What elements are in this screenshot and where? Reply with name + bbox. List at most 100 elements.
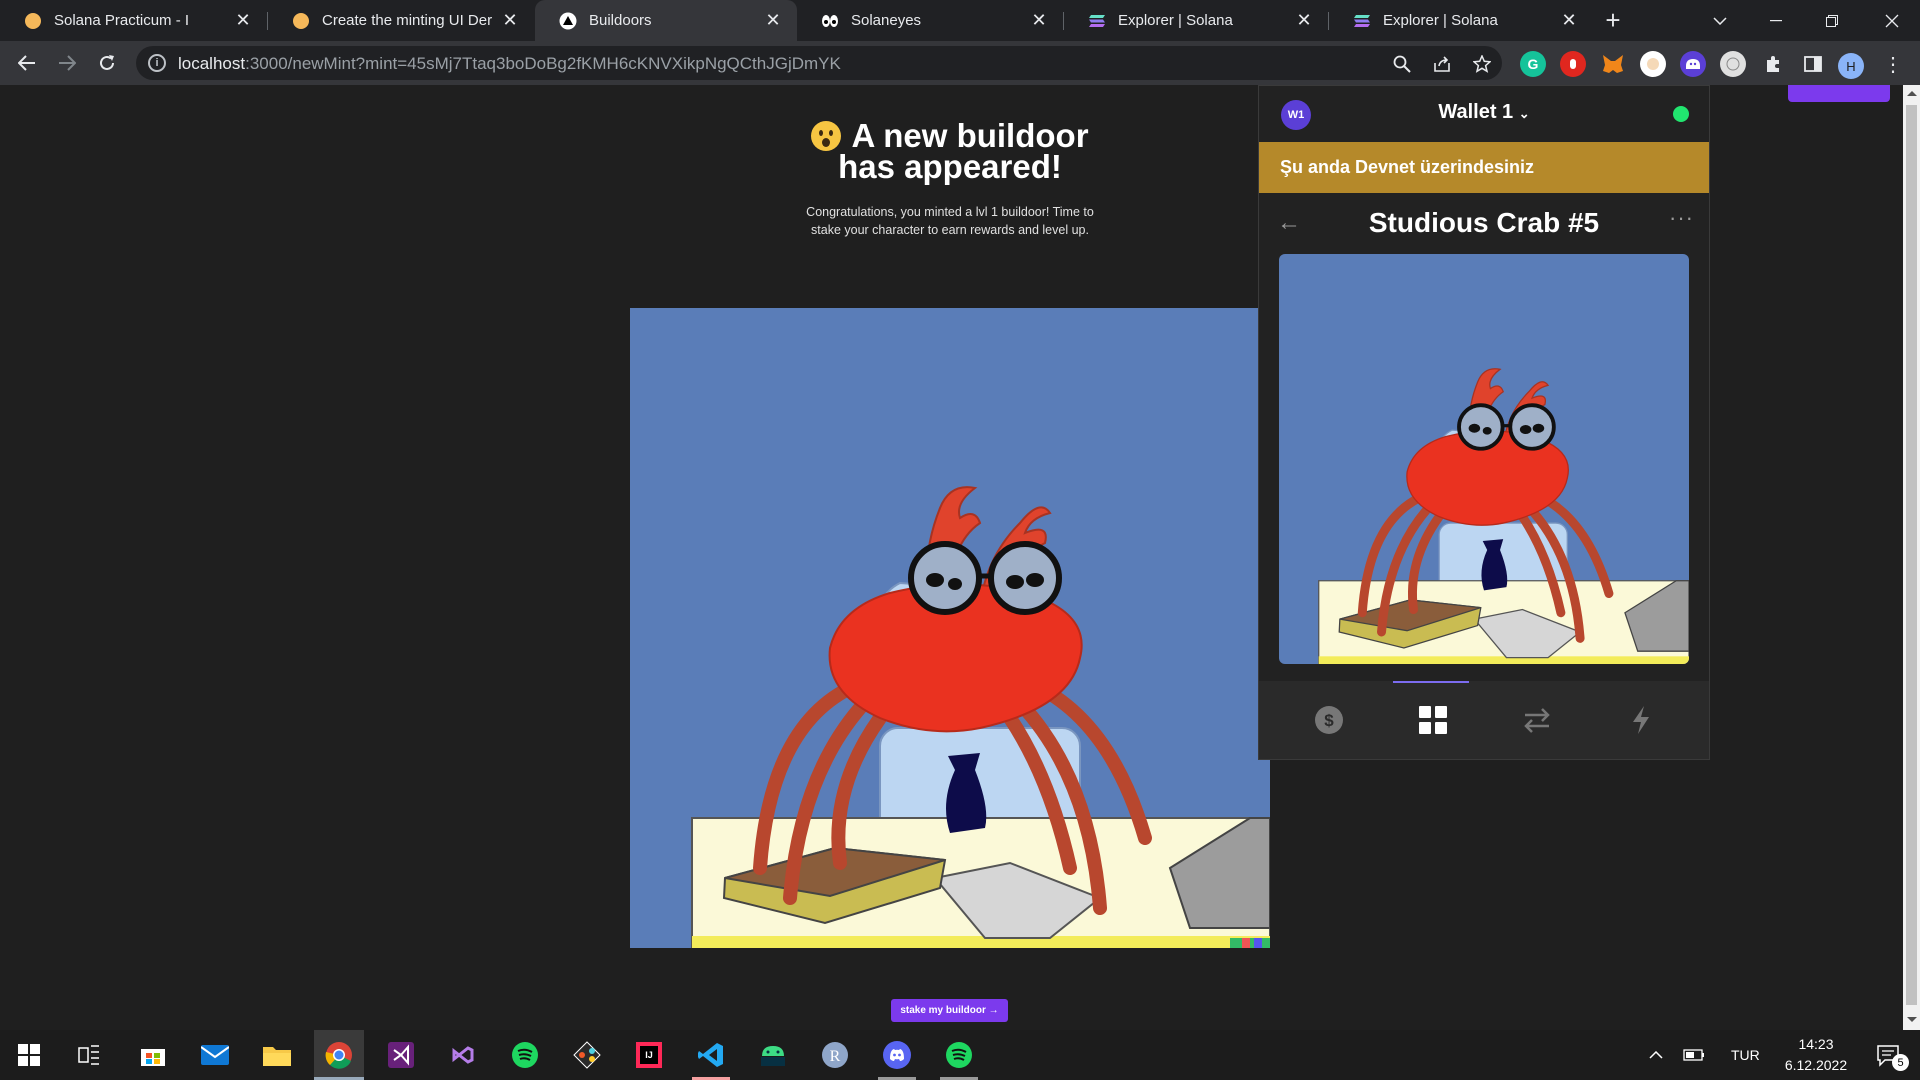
battery-icon[interactable] [1676, 1030, 1712, 1080]
wallet-selector[interactable]: Wallet 1 ⌄ [1399, 101, 1569, 124]
tab-solaneyes[interactable]: Solaneyes ✕ [797, 0, 1063, 41]
phantom-wallet-popup: W1 Wallet 1 ⌄ Şu anda Devnet üzerindesin… [1258, 85, 1710, 760]
android-studio-icon[interactable] [748, 1030, 798, 1080]
solana-icon [1353, 12, 1371, 30]
tab-explorer-solana-2[interactable]: Explorer | Solana ✕ [1329, 0, 1593, 41]
spotify-icon[interactable] [934, 1030, 984, 1080]
buildoor-nft-image [630, 308, 1271, 949]
tab-solana-practicum[interactable]: Solana Practicum - I ✕ [0, 0, 267, 41]
phantom-extension-icon[interactable] [1680, 51, 1706, 77]
address-bar[interactable]: i localhost:3000/newMint?mint=45sMj7Ttaq… [136, 46, 1502, 80]
task-view-icon[interactable] [64, 1030, 114, 1080]
extensions-puzzle-icon[interactable] [1760, 51, 1786, 77]
site-info-icon[interactable]: i [148, 54, 166, 72]
tab-title: Solaneyes [851, 12, 922, 29]
tab-favicon-icon [292, 12, 310, 30]
svg-text:IJ: IJ [645, 1050, 653, 1060]
tab-title: Explorer | Solana [1118, 12, 1233, 29]
back-button[interactable] [12, 48, 42, 78]
tab-close-icon[interactable]: ✕ [1029, 10, 1049, 31]
chevron-down-icon: ⌄ [1518, 106, 1530, 121]
eyes-icon [821, 12, 839, 30]
scroll-thumb[interactable] [1906, 105, 1917, 1005]
file-explorer-icon[interactable] [252, 1030, 302, 1080]
tab-title: Create the minting UI Dersi [322, 12, 492, 29]
intellij-icon[interactable]: IJ [624, 1030, 674, 1080]
back-arrow-icon[interactable]: ← [1277, 209, 1301, 237]
page-title: A new buildoor has appeared! [760, 119, 1140, 183]
astonished-face-icon [811, 121, 842, 151]
dollar-icon[interactable]: $ [1277, 681, 1381, 759]
header-button-partial[interactable] [1788, 85, 1890, 102]
connection-status-dot [1673, 106, 1689, 122]
discord-icon[interactable] [872, 1030, 922, 1080]
tab-close-icon[interactable]: ✕ [1559, 10, 1579, 31]
reload-button[interactable] [92, 48, 122, 78]
wallet-badge[interactable]: W1 [1281, 100, 1311, 130]
tab-close-icon[interactable]: ✕ [763, 10, 783, 31]
restore-button[interactable] [1804, 0, 1860, 41]
network-banner: Şu anda Devnet üzerindesiniz [1259, 142, 1709, 193]
tab-favicon-icon [24, 12, 42, 30]
zoom-icon[interactable] [1388, 50, 1416, 78]
more-options-icon[interactable]: ··· [1669, 205, 1694, 231]
tab-close-icon[interactable]: ✕ [233, 10, 253, 31]
adblock-extension-icon[interactable] [1560, 51, 1586, 77]
tab-create-minting-ui[interactable]: Create the minting UI Dersi ✕ [268, 0, 534, 41]
swap-arrows-icon[interactable] [1485, 681, 1589, 759]
stake-buildoor-button[interactable]: stake my buildoor → [891, 999, 1008, 1022]
tab-title: Solana Practicum - I [54, 12, 190, 29]
bookmark-star-icon[interactable] [1468, 50, 1496, 78]
show-hidden-icons-chevron-up-icon[interactable] [1638, 1030, 1674, 1080]
clock-time[interactable]: 14:23 [1778, 1036, 1854, 1052]
lightning-bolt-icon[interactable] [1589, 681, 1693, 759]
solana-icon [1088, 12, 1106, 30]
tab-search-icon[interactable] [1692, 0, 1748, 41]
tab-close-icon[interactable]: ✕ [500, 10, 520, 31]
spotify-icon[interactable] [500, 1030, 550, 1080]
nft-title: Studious Crab #5 [1368, 207, 1600, 238]
wallet-name: Wallet 1 [1438, 101, 1514, 123]
r-language-icon[interactable]: R [810, 1030, 860, 1080]
profile-avatar[interactable]: H [1838, 53, 1864, 79]
vscode-icon[interactable] [686, 1030, 736, 1080]
browser-menu-icon[interactable]: ⋮ [1880, 51, 1906, 77]
metamask-extension-icon[interactable] [1600, 51, 1626, 77]
notification-center-icon[interactable]: 5 [1864, 1030, 1914, 1080]
minimize-button[interactable] [1748, 0, 1804, 41]
grammarly-extension-icon[interactable]: G [1520, 51, 1546, 77]
input-language[interactable]: TUR [1731, 1047, 1760, 1063]
nft-detail-header: ← Studious Crab #5 ··· [1259, 193, 1709, 249]
visual-studio-icon[interactable] [376, 1030, 426, 1080]
tab-title: Buildoors [589, 12, 652, 29]
svg-text:$: $ [1324, 711, 1334, 730]
windows-start-icon[interactable] [4, 1030, 54, 1080]
new-tab-button[interactable]: + [1598, 5, 1628, 35]
wallet-bottom-tabs: $ [1259, 681, 1709, 759]
notification-count: 5 [1892, 1054, 1909, 1071]
microsoft-store-icon[interactable] [128, 1030, 178, 1080]
extension-icon[interactable] [1640, 51, 1666, 77]
nft-preview-image [1279, 254, 1689, 664]
share-icon[interactable] [1428, 50, 1456, 78]
url-text[interactable]: localhost:3000/newMint?mint=45sMj7Ttaq3b… [178, 54, 841, 74]
gitkraken-icon[interactable] [562, 1030, 612, 1080]
close-window-button[interactable] [1864, 0, 1920, 41]
tab-favicon-icon [559, 12, 577, 30]
visual-studio-icon[interactable] [438, 1030, 488, 1080]
collectibles-grid-icon[interactable] [1381, 681, 1485, 759]
forward-button[interactable] [52, 48, 82, 78]
tab-buildoors[interactable]: Buildoors ✕ [535, 0, 797, 41]
side-panel-icon[interactable] [1800, 51, 1826, 77]
extension-icon[interactable] [1720, 51, 1746, 77]
chrome-icon[interactable] [314, 1030, 364, 1080]
browser-toolbar: i localhost:3000/newMint?mint=45sMj7Ttaq… [0, 41, 1920, 85]
page-subtitle: Congratulations, you minted a lvl 1 buil… [806, 205, 1094, 237]
scroll-up-icon[interactable] [1907, 91, 1917, 96]
mail-icon[interactable] [190, 1030, 240, 1080]
tab-close-icon[interactable]: ✕ [1294, 10, 1314, 31]
tab-explorer-solana-1[interactable]: Explorer | Solana ✕ [1064, 0, 1328, 41]
page-scrollbar[interactable] [1903, 85, 1920, 1030]
scroll-down-icon[interactable] [1907, 1017, 1917, 1022]
clock-date[interactable]: 6.12.2022 [1778, 1057, 1854, 1073]
